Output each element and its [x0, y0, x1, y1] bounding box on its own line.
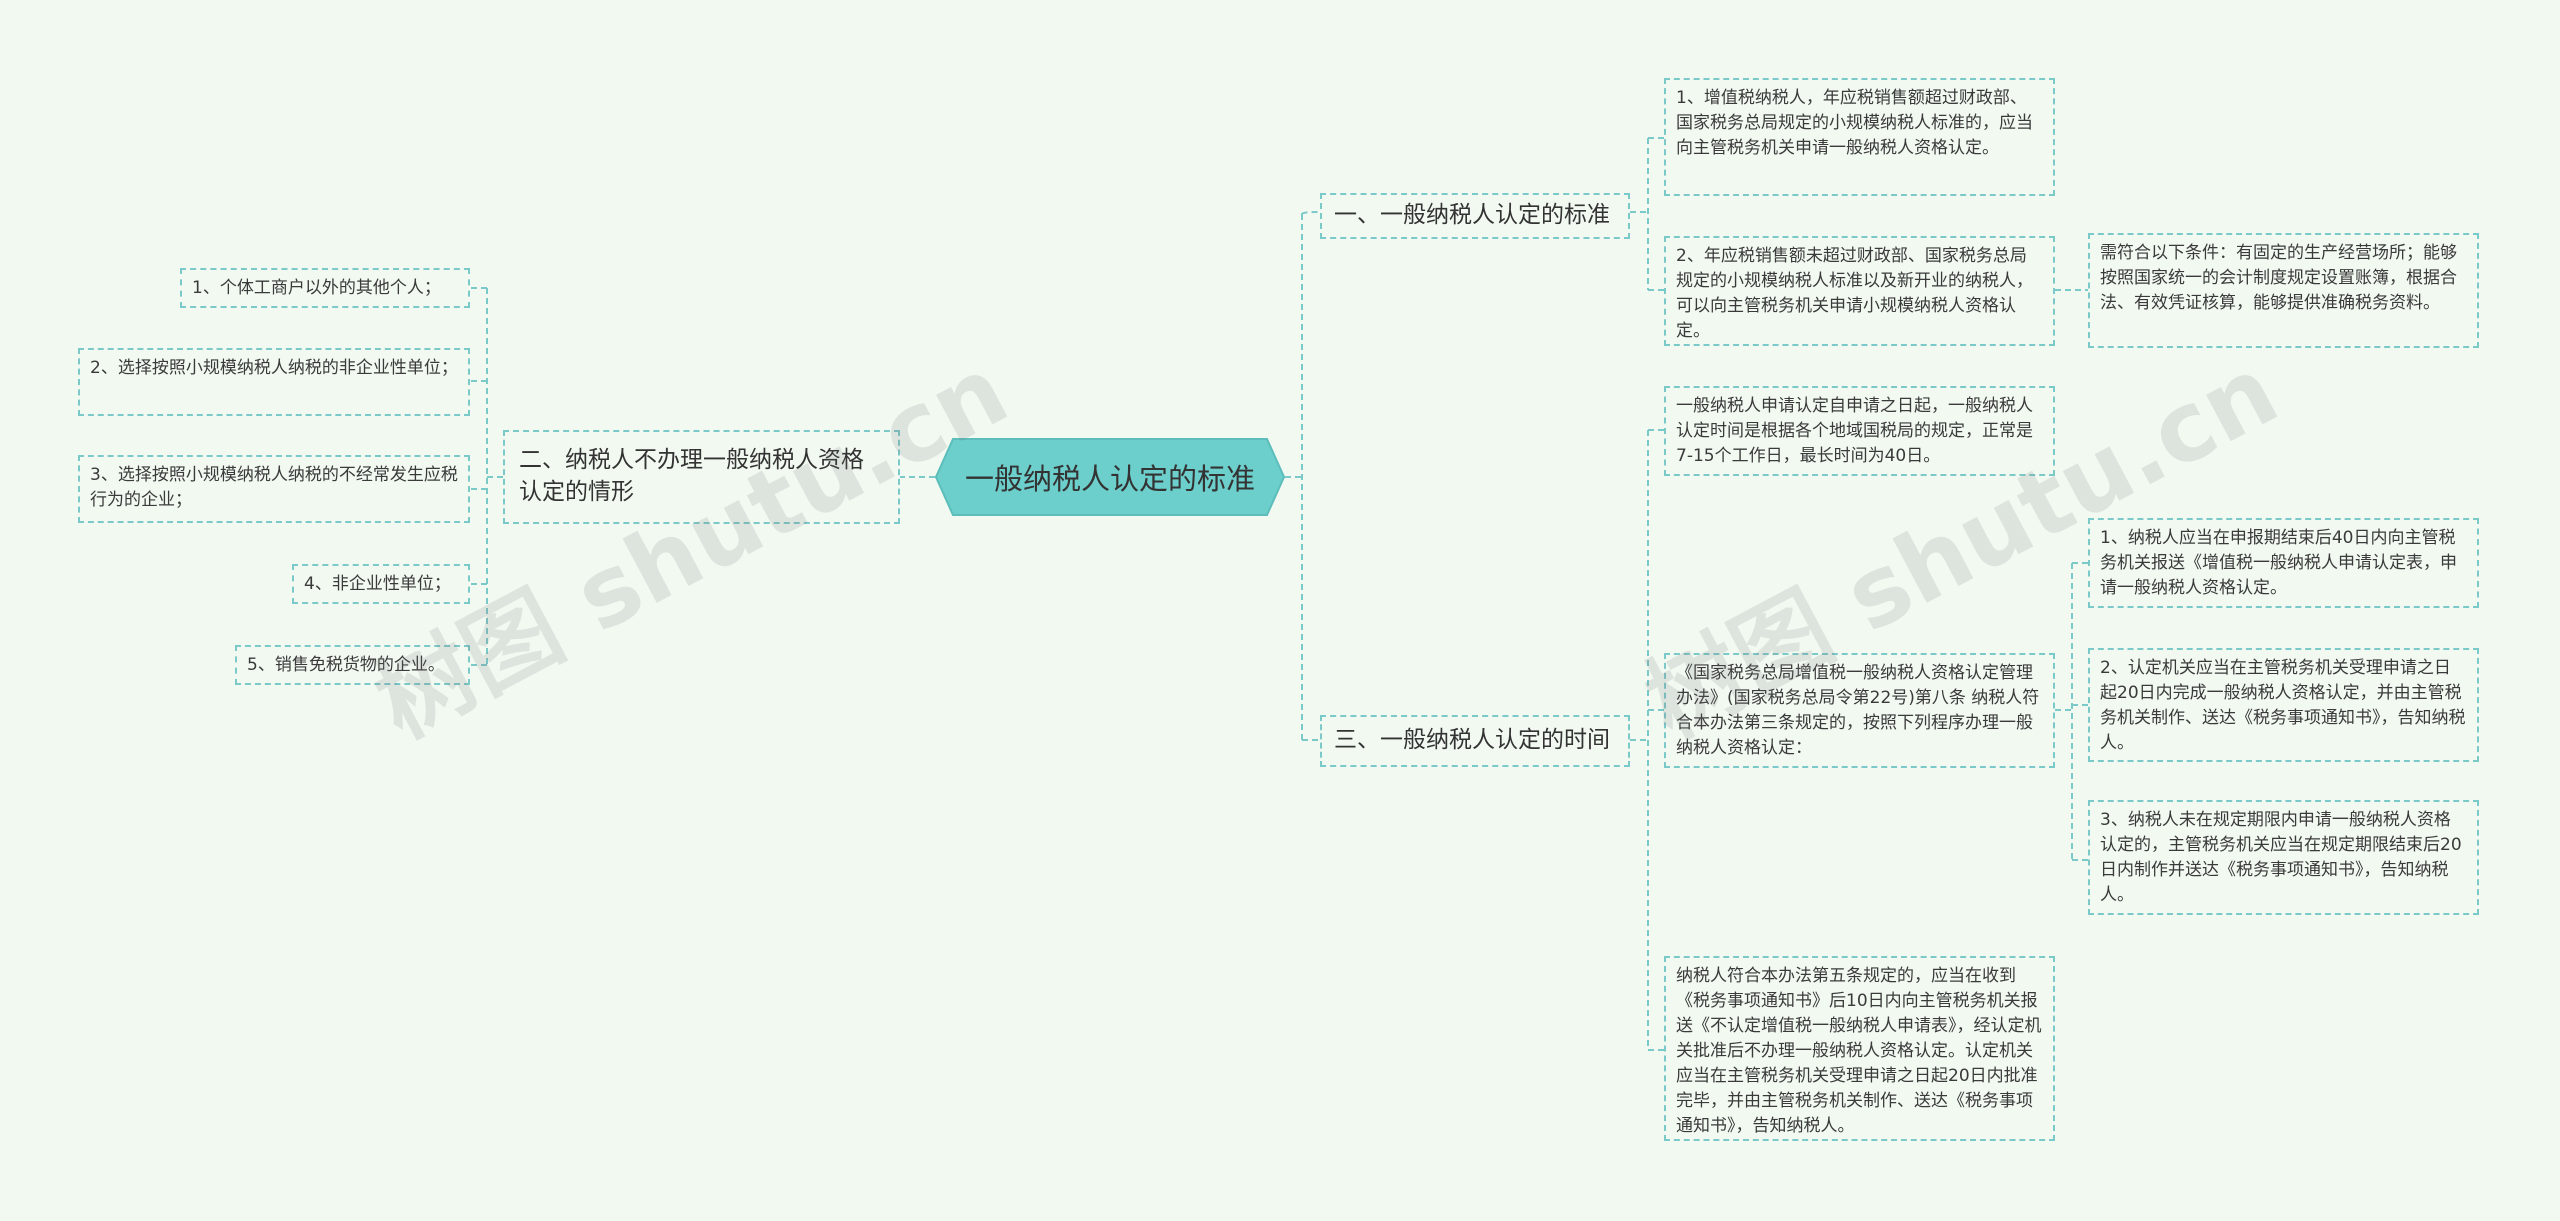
- time-item-2[interactable]: 《国家税务总局增值税一般纳税人资格认定管理办法》(国家税务总局令第22号)第八条…: [1664, 653, 2055, 768]
- procedure-step-3[interactable]: 3、纳税人未在规定期限内申请一般纳税人资格认定的，主管税务机关应当在规定期限结束…: [2088, 800, 2479, 915]
- standard-item-2[interactable]: 2、年应税销售额未超过财政部、国家税务总局规定的小规模纳税人标准以及新开业的纳税…: [1664, 236, 2055, 346]
- branch-no-application-cases[interactable]: 二、纳税人不办理一般纳税人资格认定的情形: [503, 430, 900, 524]
- no-application-item-3[interactable]: 3、选择按照小规模纳税人纳税的不经常发生应税行为的企业；: [78, 455, 470, 523]
- root-label: 一般纳税人认定的标准: [964, 462, 1255, 496]
- standard-item-1[interactable]: 1、增值税纳税人，年应税销售额超过财政部、国家税务总局规定的小规模纳税人标准的，…: [1664, 78, 2055, 196]
- root-node[interactable]: 一般纳税人认定的标准: [935, 438, 1285, 516]
- no-application-item-4[interactable]: 4、非企业性单位；: [292, 564, 470, 604]
- no-application-item-5[interactable]: 5、销售免税货物的企业。: [235, 645, 470, 685]
- branch-recognition-time[interactable]: 三、一般纳税人认定的时间: [1320, 715, 1630, 767]
- procedure-step-1[interactable]: 1、纳税人应当在申报期结束后40日内向主管税务机关报送《增值税一般纳税人申请认定…: [2088, 518, 2479, 608]
- time-item-1[interactable]: 一般纳税人申请认定自申请之日起，一般纳税人认定时间是根据各个地域国税局的规定，正…: [1664, 386, 2055, 476]
- time-item-3[interactable]: 纳税人符合本办法第五条规定的，应当在收到《税务事项通知书》后10日内向主管税务机…: [1664, 956, 2055, 1141]
- no-application-item-1[interactable]: 1、个体工商户以外的其他个人；: [180, 268, 470, 308]
- branch-general-taxpayer-standard[interactable]: 一、一般纳税人认定的标准: [1320, 193, 1630, 239]
- standard-item-2-conditions[interactable]: 需符合以下条件：有固定的生产经营场所；能够按照国家统一的会计制度规定设置账簿，根…: [2088, 233, 2479, 348]
- mindmap-canvas: 一般纳税人认定的标准 一、一般纳税人认定的标准 三、一般纳税人认定的时间 二、纳…: [0, 0, 2560, 1221]
- no-application-item-2[interactable]: 2、选择按照小规模纳税人纳税的非企业性单位；: [78, 348, 470, 416]
- procedure-step-2[interactable]: 2、认定机关应当在主管税务机关受理申请之日起20日内完成一般纳税人资格认定，并由…: [2088, 648, 2479, 762]
- connector-lines: [470, 137, 2088, 1051]
